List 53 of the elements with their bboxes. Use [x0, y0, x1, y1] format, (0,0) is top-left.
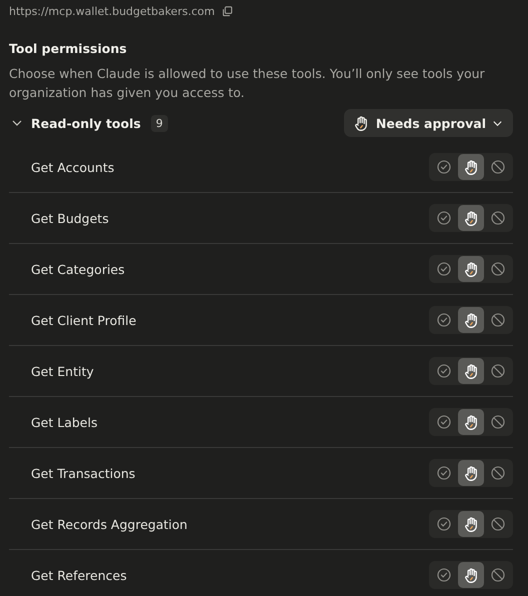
approval-option[interactable]	[458, 307, 484, 333]
check-circle-icon	[436, 210, 452, 226]
section-description: Choose when Claude is allowed to use these tools. You’ll only see tools your organization has given you access to.	[9, 65, 486, 102]
tool-name: Get References	[31, 568, 127, 582]
tool-name: Get Entity	[31, 364, 94, 378]
block-icon	[490, 363, 506, 379]
check-circle-icon	[436, 567, 452, 583]
check-circle-icon	[436, 159, 452, 175]
approval-option[interactable]	[458, 511, 484, 537]
approval-option[interactable]	[458, 460, 484, 486]
copy-icon[interactable]	[222, 6, 233, 16]
hand-icon	[462, 362, 480, 380]
block-icon	[490, 567, 506, 583]
approval-option[interactable]	[458, 205, 484, 231]
tool-name: Get Client Profile	[31, 312, 136, 328]
approval-option[interactable]	[458, 409, 484, 435]
block-icon	[490, 159, 506, 175]
tool-name: Get Labels	[31, 414, 98, 430]
hand-icon	[462, 260, 480, 278]
check-circle-icon	[436, 414, 452, 430]
section-title: Tool permissions	[9, 40, 128, 58]
hand-icon	[462, 464, 480, 482]
group-name: Read-only tools	[31, 116, 141, 130]
check-circle-icon	[436, 516, 452, 532]
tool-name: Get Transactions	[31, 466, 136, 480]
block-icon	[490, 261, 506, 277]
hand-icon	[462, 312, 480, 328]
approval-option[interactable]	[458, 256, 484, 282]
tool-name: Get Budgets	[31, 210, 109, 226]
block-icon	[490, 465, 506, 481]
hand-icon	[462, 414, 480, 430]
hand-icon	[352, 114, 370, 132]
check-circle-icon	[436, 261, 452, 277]
approval-option[interactable]	[458, 358, 484, 384]
hand-icon	[462, 516, 480, 532]
bulk-permission-dropdown[interactable]: Needs approval	[344, 109, 513, 137]
tool-count: 9	[150, 114, 168, 132]
hand-icon	[462, 158, 480, 176]
hand-icon	[462, 210, 480, 226]
check-circle-icon	[436, 465, 452, 481]
tool-name: Get Categories	[31, 262, 125, 276]
tool-name: Get Accounts	[31, 160, 114, 174]
server-url: https://mcp.wallet.budgetbakers.com	[9, 4, 215, 18]
block-icon	[490, 312, 506, 328]
tool-name: Get Records Aggregation	[31, 516, 188, 532]
approval-option[interactable]	[458, 154, 484, 180]
block-icon	[490, 414, 506, 430]
hand-icon	[462, 566, 480, 584]
check-circle-icon	[436, 363, 452, 379]
check-circle-icon	[436, 312, 452, 328]
block-icon	[490, 516, 506, 532]
approval-option[interactable]	[458, 562, 484, 588]
block-icon	[490, 210, 506, 226]
